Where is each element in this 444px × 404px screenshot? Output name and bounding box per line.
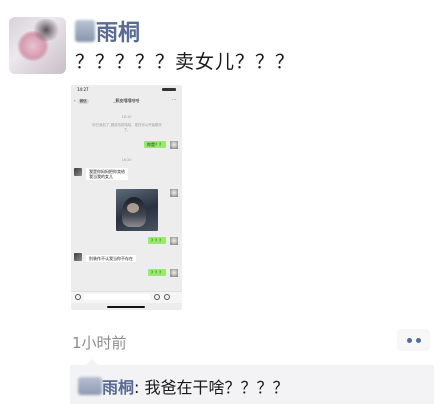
sender-avatar — [170, 141, 178, 149]
system-note: 你已添加了_颗皮嘻嘻哈哈，现在可以开始聊天了。 — [92, 123, 162, 132]
post-text: ？？？？？卖女儿？？？ — [75, 51, 296, 73]
comment-item[interactable]: 雨桐 : 我爸在干啥？？？？ — [78, 374, 289, 398]
contact-avatar — [74, 168, 82, 176]
more-actions-button[interactable] — [397, 329, 430, 351]
home-indicator — [107, 306, 145, 308]
sender-avatar — [170, 237, 178, 245]
chat-input — [84, 294, 150, 300]
author-name[interactable]: 雨桐 — [75, 18, 141, 46]
name-redaction — [75, 20, 95, 42]
comments-section: 雨桐 : 我爸在干啥？？？？ — [70, 359, 434, 404]
chat-title: _颗皮嘻嘻哈哈 — [113, 98, 140, 103]
sender-avatar — [170, 189, 178, 197]
more-icon: ··· — [172, 97, 176, 102]
message-bubble-received: 别装作不认我当你不存在 — [86, 255, 136, 262]
dot-icon — [415, 337, 421, 343]
timestamp: 16:20 — [121, 158, 132, 162]
avatar[interactable] — [9, 17, 66, 74]
voice-icon — [75, 294, 81, 300]
phone-status-bar: 14:27 — [71, 85, 182, 94]
comment-name-redaction — [78, 377, 102, 395]
comment-text: : 我爸在干啥？？？？ — [134, 378, 289, 397]
message-bubble-sent: 你是？？ — [144, 141, 166, 148]
timestamp: 16:10 — [121, 115, 132, 119]
contact-avatar — [74, 253, 82, 261]
status-time: 14:27 — [77, 87, 89, 92]
comment-author[interactable]: 雨桐 — [102, 374, 134, 398]
avatar-blur-2 — [31, 19, 61, 41]
message-bubble-sent: ？？？ — [148, 269, 166, 276]
author-name-text: 雨桐 — [96, 21, 141, 46]
message-bubble-received: 我是你妈妈把你卖给我当我的女儿 — [86, 168, 128, 180]
message-bubble-sent: ？？？ — [148, 237, 166, 244]
chat-input-bar — [71, 291, 182, 303]
chat-top-bar: ‹ 微信 _颗皮嘻嘻哈哈 ··· — [71, 95, 182, 107]
post-time: 1小时前 — [72, 334, 127, 352]
sender-avatar — [170, 269, 178, 277]
emoji-icon — [154, 294, 160, 300]
battery-icon — [162, 88, 176, 91]
message-photo — [116, 189, 158, 231]
post-image-chat-screenshot[interactable]: 14:27 ‹ 微信 _颗皮嘻嘻哈哈 ··· 16:10 你已添加了_颗皮嘻嘻哈哈… — [71, 85, 182, 310]
photo-face — [127, 203, 139, 213]
plus-icon — [164, 294, 170, 300]
dot-icon — [406, 337, 412, 343]
